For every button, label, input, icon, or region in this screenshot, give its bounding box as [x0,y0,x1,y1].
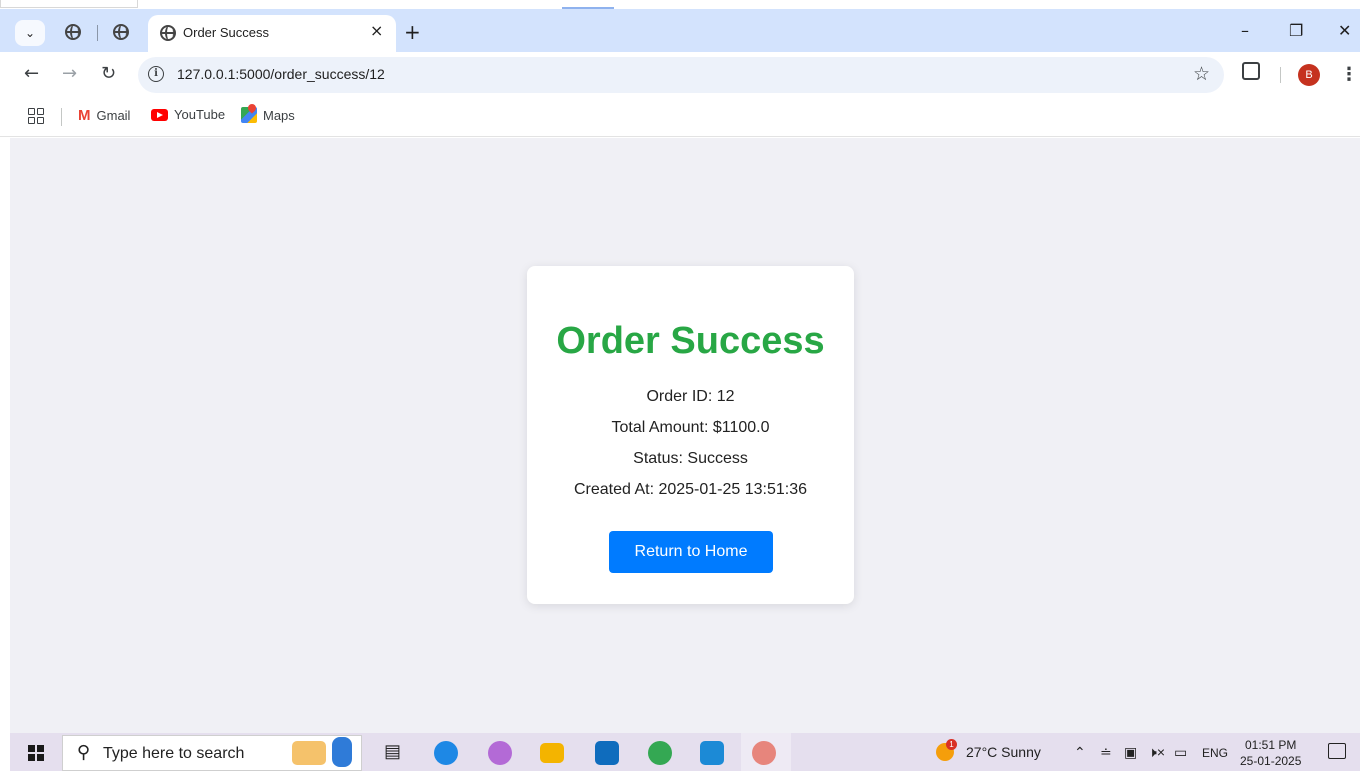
taskbar: ⚲ Type here to search ▤ 1 27°C Sunny ⌃ ≐… [10,733,1360,771]
youtube-icon [151,108,168,121]
clock-date: 25-01-2025 [1240,754,1302,768]
active-app-highlight [741,733,791,771]
page-content: Order Success Order ID: 12 Total Amount:… [10,138,1360,733]
created-at-text: Created At: 2025-01-25 13:51:36 [573,481,808,498]
bookmark-label: Maps [263,107,295,123]
weather-badge: 1 [946,739,957,750]
extensions-icon[interactable] [1242,62,1260,80]
globe-icon [113,24,129,40]
reload-icon[interactable]: ↻ [101,63,116,85]
close-tab-icon[interactable]: × [370,21,383,40]
order-success-card: Order Success Order ID: 12 Total Amount:… [527,266,854,604]
weather-text[interactable]: 27°C Sunny [966,744,1041,760]
notification-icon[interactable] [1328,743,1346,759]
language-indicator[interactable]: ENG [1202,746,1228,760]
total-amount-text: Total Amount: $1100.0 [611,419,770,436]
search-placeholder: Type here to search [103,745,245,762]
order-id-text: Order ID: 12 [646,388,735,405]
bookmark-label: YouTube [174,107,226,122]
volume-muted-icon[interactable]: 🕨× [1148,744,1165,761]
menu-kebab-icon[interactable]: ⋮ [1340,64,1358,86]
task-view-icon[interactable]: ▤ [384,741,401,762]
outlook-icon[interactable] [595,741,619,765]
tab-search-button[interactable]: ⌄ [15,20,45,46]
bookmark-gmail[interactable]: M Gmail [78,107,130,124]
bookmark-youtube[interactable]: YouTube [151,107,225,122]
search-icon: ⚲ [77,742,91,763]
globe-icon [65,24,81,40]
taskbar-clock[interactable]: 01:51 PM 25-01-2025 [1240,737,1301,769]
bookmark-label: Gmail [96,108,131,123]
top-strip [0,0,1360,9]
tab-order-success[interactable]: Order Success × [148,15,396,52]
url-text[interactable]: 127.0.0.1:5000/order_success/12 [177,66,385,82]
toolbar-separator [1280,67,1281,83]
page-title: Order Success [556,320,825,362]
minimize-button[interactable]: – [1241,19,1249,43]
profile-avatar[interactable]: B [1298,64,1320,86]
notepad-icon[interactable] [292,741,326,765]
new-tab-button[interactable]: + [404,20,421,44]
address-bar[interactable]: i 127.0.0.1:5000/order_success/12 ☆ [138,57,1224,93]
bookmarks-bar: M Gmail YouTube Maps [0,97,1360,137]
site-info-icon[interactable]: i [148,66,164,82]
edge-icon[interactable] [434,741,458,765]
chevron-down-icon: ⌄ [24,26,36,40]
battery-icon[interactable]: ▭ [1174,744,1187,761]
bottle-icon[interactable] [332,737,352,767]
navigation-bar: ← → ↻ i 127.0.0.1:5000/order_success/12 … [0,52,1360,97]
restore-button[interactable]: ❐ [1289,19,1303,43]
maps-icon [241,107,257,123]
clock-time: 01:51 PM [1245,738,1297,752]
forward-arrow-icon[interactable]: → [62,63,77,85]
copilot-icon[interactable] [488,741,512,765]
screen: ⌄ Order Success × + – ❐ ✕ ← → ↻ i 127.0.… [0,0,1360,771]
back-arrow-icon[interactable]: ← [24,63,39,85]
bookmark-star-icon[interactable]: ☆ [1193,63,1210,85]
pinned-tab-2[interactable] [106,19,136,45]
pen-icon[interactable]: ≐ [1100,744,1112,761]
return-home-button[interactable]: Return to Home [609,531,773,573]
tab-title: Order Success [183,25,269,40]
chevron-up-icon[interactable]: ⌃ [1074,744,1086,761]
bookmark-maps[interactable]: Maps [241,107,295,123]
globe-icon [160,25,176,41]
tab-bar: ⌄ Order Success × + – ❐ ✕ [0,9,1360,52]
status-text: Status: Success [633,450,748,467]
chrome-profile-icon[interactable] [648,741,672,765]
tab-separator [97,25,98,41]
bookmark-separator [61,108,62,126]
file-explorer-icon[interactable] [540,743,564,763]
windows-start-icon[interactable] [28,745,44,761]
close-window-button[interactable]: ✕ [1338,19,1351,43]
apps-grid-icon[interactable] [28,108,44,124]
window-outline [0,0,138,8]
pinned-tab-1[interactable] [58,19,88,45]
meet-icon[interactable]: ▣ [1124,744,1137,761]
vscode-icon[interactable] [700,741,724,765]
gmail-icon: M [78,107,91,124]
